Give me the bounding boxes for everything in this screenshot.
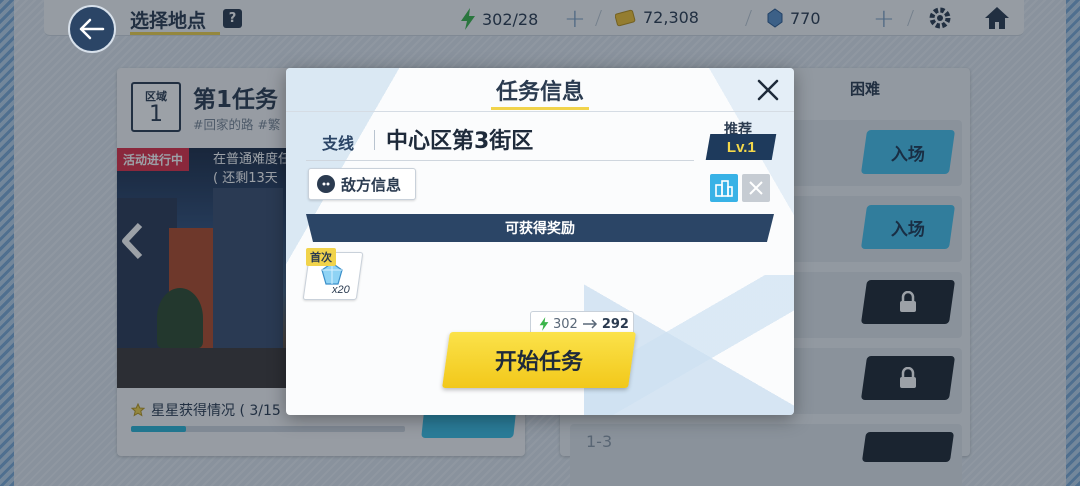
lightning-icon bbox=[539, 317, 549, 331]
location-divider bbox=[306, 160, 694, 161]
enemy-info-button[interactable]: 敌方信息 bbox=[308, 168, 416, 200]
mission-info-dialog: 任务信息 支线 中心区第3街区 推荐 Lv.1 敌方信息 可获得奖励 首次 x2… bbox=[286, 68, 794, 415]
dialog-title: 任务信息 bbox=[495, 80, 584, 105]
reward-quantity: x20 bbox=[332, 284, 350, 296]
rewards-header: 可获得奖励 bbox=[306, 214, 774, 242]
recommended-level: Lv.1 bbox=[726, 138, 756, 156]
enemy-icon bbox=[317, 175, 335, 193]
enemy-info-label: 敌方信息 bbox=[341, 175, 402, 194]
mission-location: 中心区第3街区 bbox=[386, 129, 534, 154]
back-button[interactable] bbox=[68, 5, 116, 53]
dialog-title-underline bbox=[491, 107, 589, 110]
arrow-right-icon bbox=[582, 319, 597, 329]
close-icon bbox=[757, 79, 779, 101]
terrain-urban-button[interactable] bbox=[710, 174, 738, 202]
stamina-before: 302 bbox=[553, 316, 578, 332]
building-icon bbox=[715, 180, 733, 197]
mission-type-label: 支线 bbox=[322, 134, 355, 153]
divider bbox=[374, 130, 375, 150]
stamina-after: 292 bbox=[601, 316, 629, 332]
recommended-level-badge: Lv.1 bbox=[705, 134, 777, 160]
back-arrow-icon bbox=[79, 18, 105, 40]
start-mission-button[interactable]: 开始任务 bbox=[442, 332, 636, 388]
close-button[interactable] bbox=[752, 74, 784, 106]
game-screen: 选择地点 ? 302/28 + 72,308 770 + 区域 1 第1任务 #… bbox=[0, 0, 1080, 486]
terrain-disabled-button[interactable] bbox=[742, 174, 770, 202]
first-clear-badge: 首次 bbox=[306, 248, 336, 266]
cross-icon bbox=[749, 181, 763, 195]
dialog-header-divider bbox=[286, 111, 794, 112]
start-mission-label: 开始任务 bbox=[494, 350, 583, 375]
